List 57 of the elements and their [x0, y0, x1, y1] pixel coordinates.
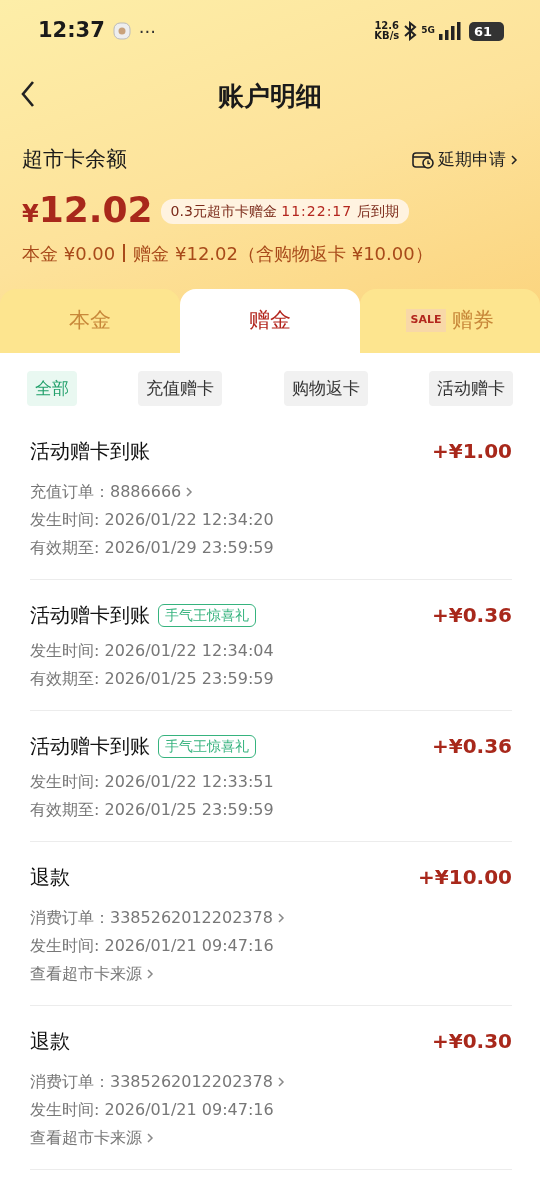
tab[interactable]: 赠金: [180, 288, 360, 353]
currency-symbol: ¥: [22, 198, 39, 230]
record-tag: 手气王惊喜礼: [158, 734, 256, 758]
expiry-notice: 0.3元超市卡赠金 11:22:17 后到期: [160, 199, 409, 224]
record-link[interactable]: 消费订单：3385262012202378: [30, 906, 285, 929]
tab[interactable]: 本金: [0, 288, 180, 353]
record-tag: 手气王惊喜礼: [158, 603, 256, 627]
record-detail: 发生时间: 2026/01/22 12:34:04: [30, 640, 275, 662]
page-title: 账户明细: [218, 79, 322, 113]
bluetooth-icon: [403, 21, 418, 41]
chevron-icon: [276, 1075, 285, 1088]
balance-amount: 12.02: [38, 191, 153, 228]
network-type: 5G: [421, 24, 435, 38]
back-button[interactable]: [20, 80, 36, 108]
record-detail: 发生时间: 2026/01/22 12:34:20: [30, 509, 275, 531]
more-notifications-indicator: ···: [138, 19, 157, 44]
network-speed: 12.6 KB/s: [374, 20, 400, 42]
battery-indicator: 61: [468, 21, 504, 41]
balance-label: 超市卡余额: [22, 146, 127, 173]
record-amount: +¥0.30: [431, 1028, 512, 1055]
record-link[interactable]: 充值订单：8886666: [30, 480, 194, 503]
chevron-icon: [185, 485, 194, 498]
sale-badge: SALE: [405, 309, 447, 332]
record-detail: 有效期至: 2026/01/25 23:59:59: [30, 668, 275, 690]
record-link[interactable]: 查看超市卡来源: [30, 1126, 154, 1149]
signal-icon: [438, 22, 461, 40]
record-title: 退款: [30, 864, 70, 891]
record-title: 活动赠卡到账: [30, 438, 150, 465]
chevron-icon: [276, 911, 285, 924]
status-time: 12:37: [38, 17, 105, 45]
app-notification-icon: [112, 22, 131, 40]
record-link[interactable]: 消费订单：3385262012202378: [30, 1070, 285, 1093]
calendar-clock-icon: [412, 150, 434, 169]
chevron-icon: [146, 967, 154, 980]
record-amount: +¥0.36: [431, 602, 512, 629]
principal-amount: 本金 ¥0.00: [22, 241, 116, 266]
filter-chip[interactable]: 购物返卡: [283, 370, 368, 406]
record-link[interactable]: 查看超市卡来源: [30, 962, 154, 985]
filter-chip[interactable]: 全部: [27, 370, 77, 406]
bonus-amount: 赠金 ¥12.02（含购物返卡 ¥10.00）: [133, 241, 433, 266]
record-detail: 发生时间: 2026/01/21 09:47:16: [30, 935, 275, 957]
chevron-icon: [510, 153, 518, 166]
record-amount: +¥10.00: [418, 864, 512, 891]
record-detail: 有效期至: 2026/01/29 23:59:59: [30, 537, 275, 559]
extend-link[interactable]: 延期申请: [412, 147, 518, 173]
record-detail: 发生时间: 2026/01/21 09:47:16: [30, 1099, 275, 1121]
filter-chip[interactable]: 充值赠卡: [138, 370, 223, 406]
record-title: 活动赠卡到账: [30, 733, 150, 760]
record-detail: 有效期至: 2026/01/25 23:59:59: [30, 799, 275, 821]
record-amount: +¥1.00: [431, 438, 512, 465]
filter-chip[interactable]: 活动赠卡: [429, 370, 513, 406]
record-title: 活动赠卡到账: [30, 602, 150, 629]
chevron-icon: [146, 1131, 154, 1144]
record-amount: +¥0.36: [431, 733, 512, 760]
tab[interactable]: SALE 赠券: [360, 288, 540, 353]
record-detail: 发生时间: 2026/01/22 12:33:51: [30, 771, 275, 793]
record-title: 退款: [30, 1028, 70, 1055]
